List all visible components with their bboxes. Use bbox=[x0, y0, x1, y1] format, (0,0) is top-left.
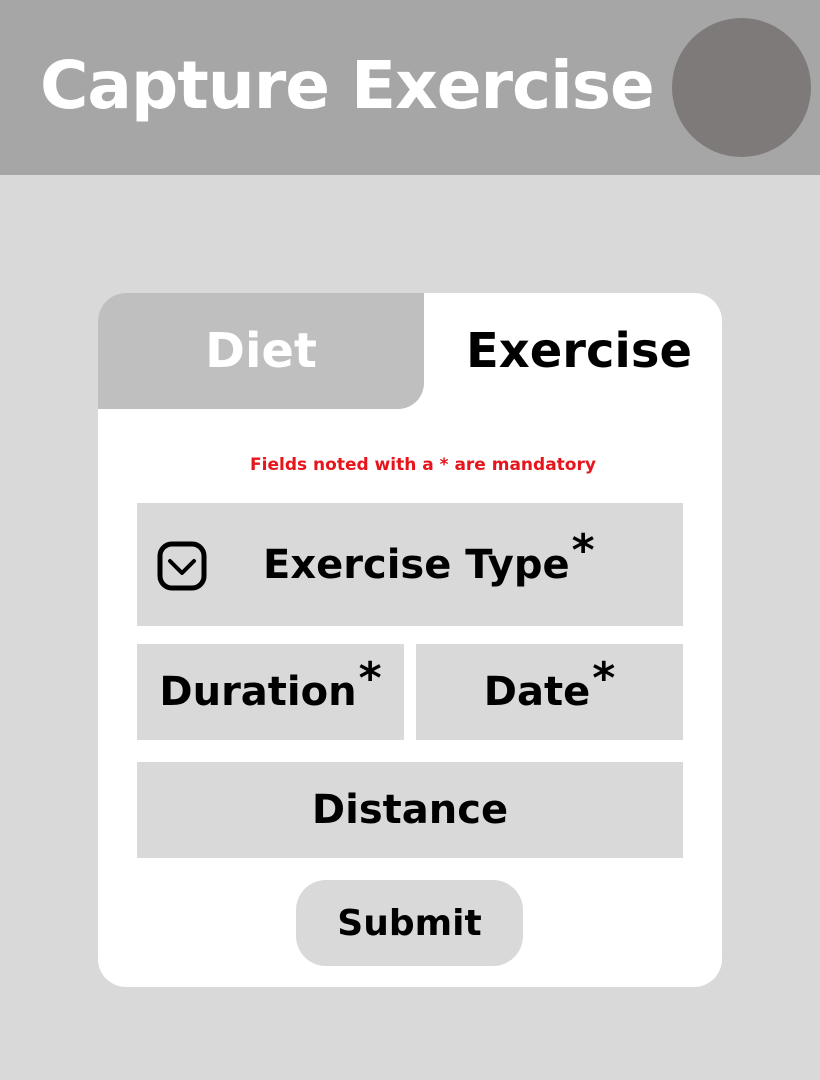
exercise-form-card: Diet Exercise Fields noted with a * are … bbox=[98, 293, 722, 987]
duration-label: Duration bbox=[159, 669, 357, 715]
date-field[interactable]: Date * bbox=[416, 644, 683, 740]
required-marker: * bbox=[571, 525, 595, 576]
duration-field[interactable]: Duration * bbox=[137, 644, 404, 740]
chevron-down-icon[interactable] bbox=[157, 541, 207, 591]
app-header: Capture Exercise bbox=[0, 0, 820, 175]
submit-button[interactable]: Submit bbox=[296, 880, 523, 966]
required-marker: * bbox=[592, 652, 616, 704]
required-marker: * bbox=[358, 652, 382, 704]
distance-field[interactable]: Distance bbox=[137, 762, 683, 858]
date-label: Date bbox=[483, 669, 591, 715]
mandatory-note: Fields noted with a * are mandatory bbox=[250, 455, 596, 475]
tab-exercise[interactable]: Exercise bbox=[424, 293, 722, 409]
avatar[interactable] bbox=[672, 18, 811, 157]
exercise-type-select[interactable]: Exercise Type * bbox=[137, 503, 683, 626]
distance-label: Distance bbox=[311, 787, 509, 833]
exercise-type-label: Exercise Type bbox=[263, 541, 570, 588]
exercise-type-label-wrap: Exercise Type * bbox=[263, 503, 595, 626]
tab-diet[interactable]: Diet bbox=[98, 293, 424, 409]
page-title: Capture Exercise bbox=[40, 47, 655, 124]
